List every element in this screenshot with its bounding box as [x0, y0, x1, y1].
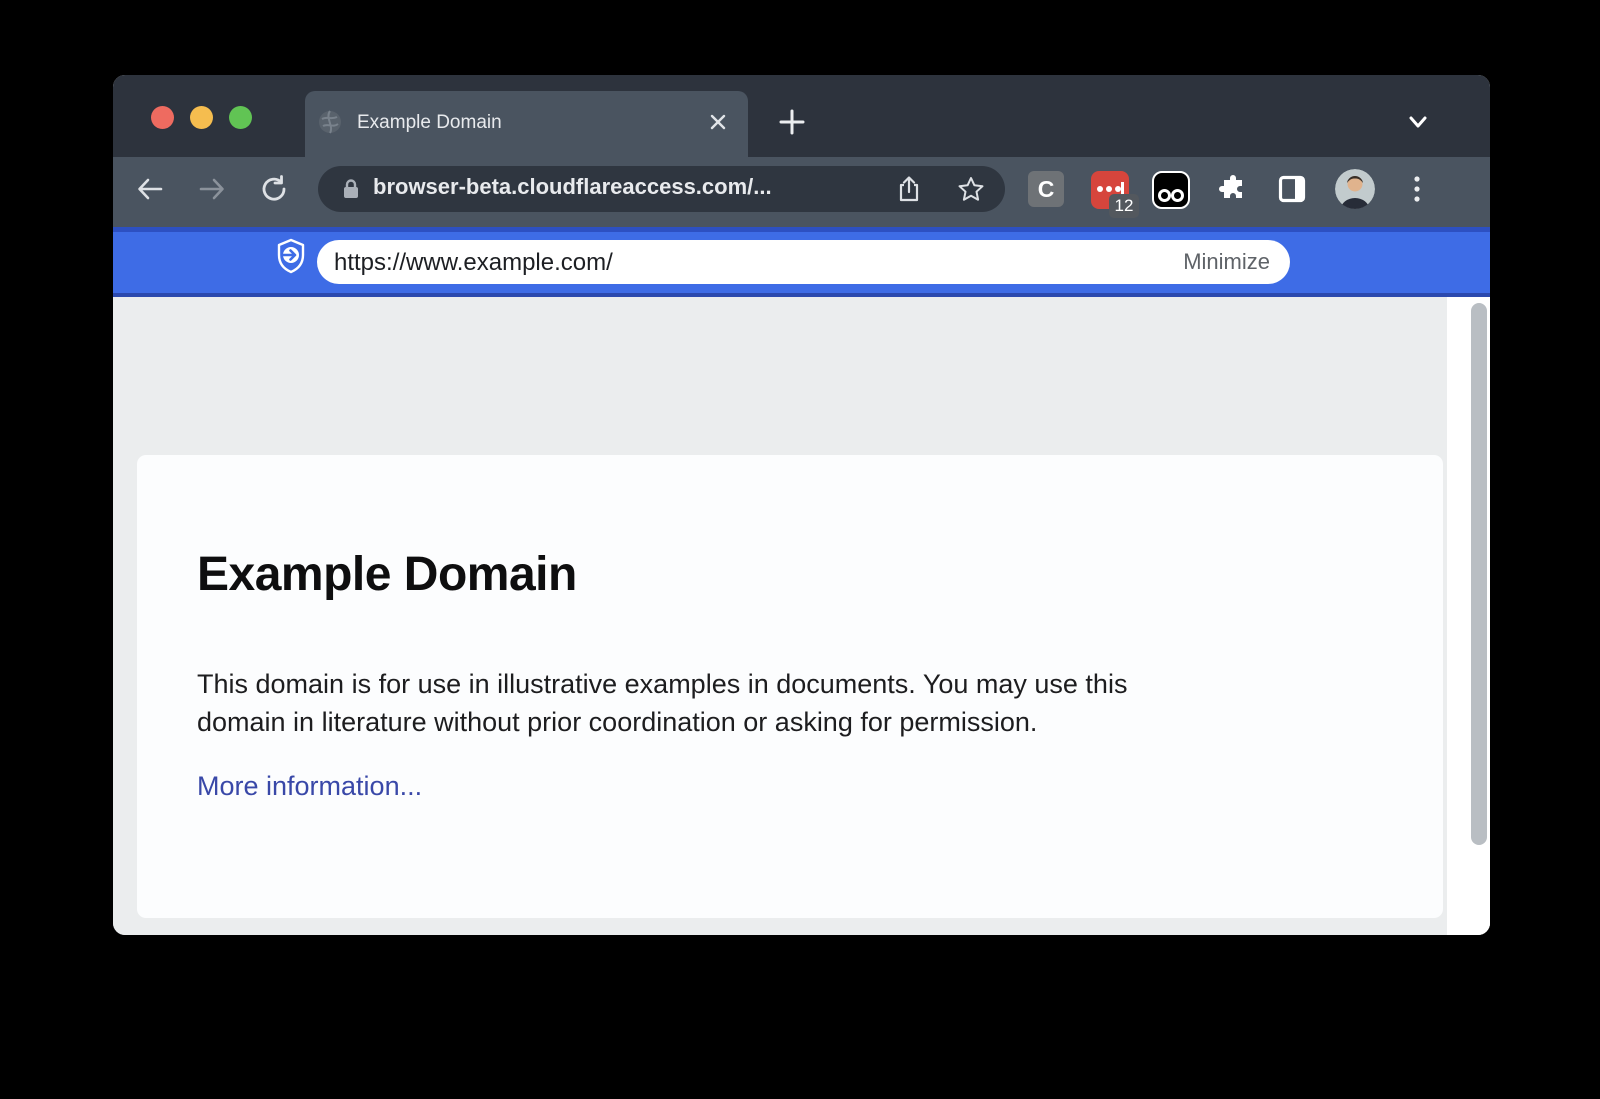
page-viewport: Example Domain This domain is for use in…	[113, 297, 1490, 935]
back-icon[interactable]	[136, 175, 164, 203]
chevron-down-icon[interactable]	[1407, 111, 1429, 133]
bookmark-star-icon[interactable]	[958, 176, 984, 202]
close-window-button[interactable]	[151, 106, 174, 129]
tab-strip: Example Domain	[113, 75, 1490, 157]
globe-favicon-icon	[318, 110, 342, 134]
lock-icon[interactable]	[342, 179, 360, 199]
forward-icon[interactable]	[198, 175, 226, 203]
extension-badge: 12	[1109, 194, 1139, 218]
share-icon[interactable]	[896, 176, 922, 202]
minimize-button[interactable]: Minimize	[1183, 249, 1270, 275]
new-tab-button[interactable]	[779, 109, 805, 135]
remote-browser-bar: https://www.example.com/ Minimize	[113, 227, 1490, 297]
tab-title: Example Domain	[357, 112, 502, 134]
password-extension-icon[interactable]: 12	[1091, 171, 1129, 209]
menu-dots-icon[interactable]	[1408, 175, 1426, 203]
remote-url-text[interactable]: https://www.example.com/	[334, 249, 613, 277]
circle-left-icon	[1158, 189, 1171, 202]
remote-url-bar[interactable]: https://www.example.com/ Minimize	[317, 240, 1290, 284]
close-tab-icon[interactable]	[706, 110, 730, 134]
browser-toolbar: browser-beta.cloudflareaccess.com/... C …	[113, 157, 1490, 227]
c-extension-icon[interactable]: C	[1028, 171, 1064, 207]
shield-icon	[276, 238, 306, 274]
password-dots-icon	[1097, 186, 1121, 192]
address-bar[interactable]: browser-beta.cloudflareaccess.com/...	[318, 166, 1005, 212]
minimize-window-button[interactable]	[190, 106, 213, 129]
profile-avatar[interactable]	[1335, 169, 1375, 209]
scrollbar-thumb[interactable]	[1471, 303, 1487, 845]
more-information-link[interactable]: More information...	[197, 771, 422, 802]
extensions-puzzle-icon[interactable]	[1219, 175, 1247, 203]
browser-window: Example Domain	[113, 75, 1490, 935]
circles-extension-icon[interactable]	[1152, 171, 1190, 209]
reload-icon[interactable]	[260, 175, 288, 203]
page-body-text: This domain is for use in illustrative e…	[197, 665, 1367, 741]
browser-tab[interactable]: Example Domain	[305, 91, 748, 157]
side-panel-icon[interactable]	[1278, 175, 1306, 203]
page-title: Example Domain	[197, 547, 577, 602]
circle-right-icon	[1171, 189, 1184, 202]
content-card: Example Domain This domain is for use in…	[137, 455, 1443, 918]
scrollbar-track[interactable]	[1447, 297, 1490, 935]
page-url[interactable]: browser-beta.cloudflareaccess.com/...	[373, 174, 772, 200]
zoom-window-button[interactable]	[229, 106, 252, 129]
